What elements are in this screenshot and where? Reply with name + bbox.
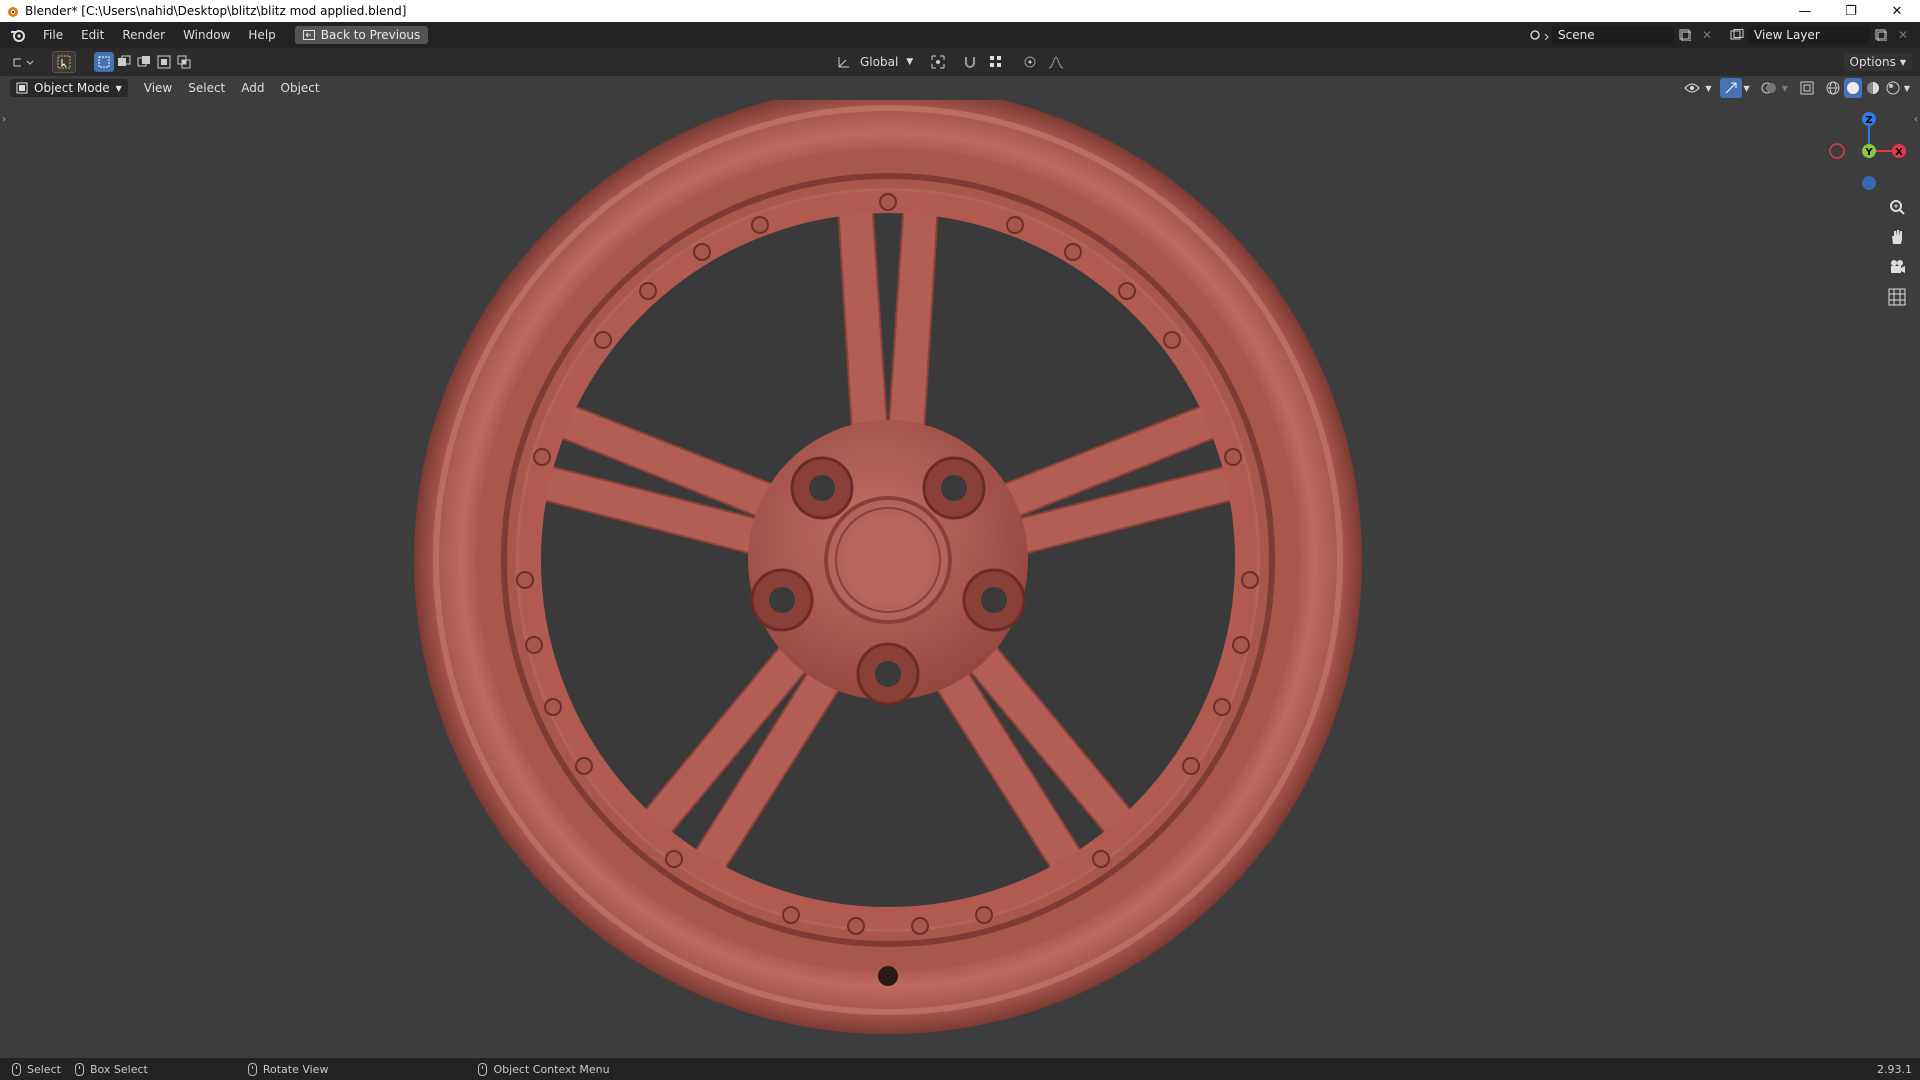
xray-icon[interactable] [1796, 78, 1818, 98]
editor-type-icon[interactable] [8, 52, 38, 72]
gizmo-neg-x-axis[interactable] [1829, 143, 1845, 159]
gizmo-neg-z-axis[interactable] [1862, 176, 1876, 190]
valve-hole [878, 966, 898, 986]
mode-invert-icon[interactable] [154, 52, 174, 72]
chevron-down-icon: ▼ [906, 57, 914, 67]
shading-rendered-icon[interactable] [1884, 78, 1902, 98]
snap-target-icon[interactable] [985, 52, 1007, 72]
shading-solid-icon[interactable] [1843, 78, 1862, 98]
orientation-dropdown[interactable]: Global [856, 55, 902, 69]
status-rotate-view: Rotate View [247, 1062, 329, 1076]
object-mode-dropdown[interactable]: Object Mode ▼ [10, 79, 128, 97]
restore-icon[interactable]: ❐ [1828, 0, 1874, 22]
gizmo-toggle-icon[interactable] [1719, 78, 1742, 98]
view-layer-name: View Layer [1754, 28, 1820, 42]
new-view-layer-icon[interactable] [1870, 25, 1892, 45]
menu-window[interactable]: Window [174, 22, 239, 48]
object-mode-icon [16, 82, 28, 94]
ortho-grid-icon[interactable] [1884, 284, 1910, 310]
menu-help[interactable]: Help [239, 22, 284, 48]
mouse-left-icon [12, 1062, 21, 1076]
gizmo-z-label: Z [1865, 115, 1872, 126]
chevron-down-icon: ▼ [1743, 83, 1750, 93]
options-dropdown[interactable]: Options ▼ [1843, 53, 1912, 71]
shading-material-icon[interactable] [1864, 78, 1882, 98]
status-select: Select [12, 1062, 61, 1076]
viewport-menu-select[interactable]: Select [180, 81, 233, 95]
snap-toggle-icon[interactable] [959, 52, 981, 72]
blender-menu-icon[interactable] [4, 22, 34, 48]
view-layer-field[interactable]: View Layer [1748, 26, 1870, 44]
wheel-model [414, 100, 1362, 1034]
scene-name: Scene [1558, 28, 1595, 42]
chevron-down-icon: ▼ [1705, 83, 1712, 93]
chevron-down-icon: ▼ [1903, 83, 1910, 93]
status-context-menu: Object Context Menu [478, 1062, 610, 1076]
status-rotate-view-label: Rotate View [262, 1062, 329, 1076]
gizmo-x-label: X [1895, 147, 1903, 158]
viewport-menu-add[interactable]: Add [233, 81, 272, 95]
menu-render[interactable]: Render [113, 22, 174, 48]
top-menubar: File Edit Render Window Help Back to Pre… [0, 22, 1920, 48]
chevron-down-icon: ▼ [1899, 57, 1906, 67]
back-to-previous-button[interactable]: Back to Previous [294, 26, 429, 44]
new-scene-icon[interactable] [1674, 25, 1696, 45]
mode-extend-icon[interactable] [114, 52, 134, 72]
3d-viewport[interactable]: Z X Y › ‹ [0, 100, 1920, 1058]
viewport-menu-view[interactable]: View [136, 81, 180, 95]
status-box-select-label: Box Select [89, 1062, 148, 1076]
chevron-down-icon: ▼ [1781, 83, 1788, 93]
status-bar: Select Box Select Rotate View Object Con… [0, 1058, 1920, 1080]
mouse-middle-icon [247, 1062, 257, 1076]
close-icon[interactable]: ✕ [1874, 0, 1920, 22]
menu-edit[interactable]: Edit [72, 22, 113, 48]
back-to-previous-label: Back to Previous [320, 28, 421, 42]
transform-orientation-group: Global ▼ [836, 52, 1067, 72]
viewport-shading-group: ▼ ▼ ▼ ▼ [1681, 78, 1910, 98]
window-title: Blender* [C:\Users\nahid\Desktop\blitz\b… [25, 4, 407, 18]
gizmo-y-label: Y [1864, 147, 1873, 158]
sidebar-expand-icon[interactable]: ‹ [1914, 114, 1918, 125]
minimize-icon[interactable]: — [1782, 0, 1828, 22]
scene-icon[interactable] [1526, 26, 1552, 44]
falloff-icon[interactable] [1045, 52, 1067, 72]
camera-view-icon[interactable] [1884, 254, 1910, 280]
status-box-select: Box Select [74, 1062, 148, 1076]
mode-set-icon[interactable] [94, 52, 114, 72]
visibility-eye-icon[interactable] [1681, 78, 1703, 98]
blender-logo-icon [8, 7, 18, 17]
scene-field[interactable]: Scene [1552, 26, 1674, 44]
status-context-menu-label: Object Context Menu [493, 1062, 610, 1076]
mode-subtract-icon[interactable] [134, 52, 154, 72]
pan-hand-icon[interactable] [1884, 224, 1910, 250]
scene-viewlayer-group: Scene ✕ View Layer ✕ [1526, 22, 1920, 48]
navigation-gizmo[interactable]: Z X Y [1829, 111, 1909, 191]
mouse-drag-icon [74, 1062, 84, 1076]
viewport-header: Object Mode ▼ View Select Add Object ▼ ▼… [0, 76, 1920, 100]
back-screen-icon [302, 30, 315, 40]
select-tool-icon[interactable] [52, 51, 76, 73]
shading-wireframe-icon[interactable] [1824, 78, 1842, 98]
window-titlebar: Blender* [C:\Users\nahid\Desktop\blitz\b… [0, 0, 1920, 22]
object-mode-label: Object Mode [34, 81, 110, 95]
overlays-icon[interactable] [1758, 78, 1780, 98]
view-layer-icon[interactable] [1726, 25, 1748, 45]
proportional-edit-icon[interactable] [1019, 52, 1041, 72]
tool-settings-bar: Global ▼ Options ▼ [0, 48, 1920, 76]
delete-view-layer-icon[interactable]: ✕ [1892, 25, 1914, 45]
menu-file[interactable]: File [34, 22, 72, 48]
mode-intersect-icon[interactable] [174, 52, 194, 72]
viewport-menu-object[interactable]: Object [273, 81, 328, 95]
toolbar-expand-icon[interactable]: › [2, 114, 6, 125]
delete-scene-icon[interactable]: ✕ [1696, 25, 1718, 45]
orientation-icon [838, 57, 849, 68]
options-label: Options [1849, 55, 1896, 69]
mouse-right-icon [478, 1062, 488, 1076]
zoom-icon[interactable] [1884, 194, 1910, 220]
pivot-point-icon[interactable] [927, 52, 949, 72]
status-select-label: Select [27, 1062, 61, 1076]
version-label: 2.93.1 [1877, 1062, 1912, 1076]
chevron-down-icon: ▼ [115, 83, 122, 93]
